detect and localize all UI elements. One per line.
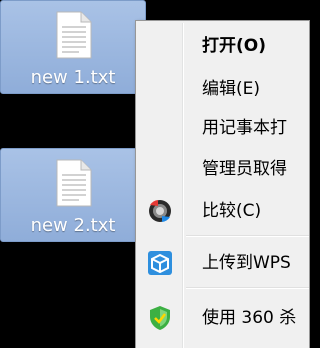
desktop: new 1.txt new 2.txt 打开(O) 编辑(E) 用记事本打 管理… bbox=[0, 0, 310, 348]
menu-item-label: 用记事本打 bbox=[202, 118, 287, 138]
menu-item-upload-to-wps[interactable]: 上传到WPS bbox=[138, 248, 309, 278]
menu-item-label: 编辑(E) bbox=[202, 79, 261, 99]
menu-item-label: 使用 360 杀 bbox=[202, 308, 297, 328]
text-file-icon bbox=[56, 159, 92, 207]
compare-icon bbox=[149, 200, 171, 222]
context-menu: 打开(O) 编辑(E) 用记事本打 管理员取得 比较(C) 上传到WPS 使用 … bbox=[135, 20, 310, 348]
upload-cube-icon bbox=[148, 251, 172, 275]
menu-item-360-scan[interactable]: 使用 360 杀 bbox=[138, 303, 309, 333]
menu-item-label: 管理员取得 bbox=[202, 159, 287, 179]
file-icon-new-1[interactable]: new 1.txt bbox=[0, 0, 146, 94]
file-icon-new-2[interactable]: new 2.txt bbox=[0, 148, 146, 242]
menu-item-label: 打开(O) bbox=[202, 36, 266, 56]
text-file-icon bbox=[56, 11, 92, 59]
menu-item-compare[interactable]: 比较(C) bbox=[138, 196, 309, 226]
file-name-label: new 2.txt bbox=[30, 215, 116, 236]
menu-item-label: 上传到WPS bbox=[202, 253, 291, 273]
menu-item-label: 比较(C) bbox=[202, 201, 262, 221]
menu-item-edit[interactable]: 编辑(E) bbox=[138, 74, 309, 104]
menu-item-open[interactable]: 打开(O) bbox=[138, 31, 309, 61]
shield-360-icon bbox=[150, 306, 170, 330]
menu-item-take-ownership[interactable]: 管理员取得 bbox=[138, 154, 309, 184]
menu-icon-gutter bbox=[182, 23, 184, 348]
menu-separator bbox=[186, 235, 309, 237]
menu-item-open-with-notepad[interactable]: 用记事本打 bbox=[138, 113, 309, 143]
file-name-label: new 1.txt bbox=[30, 67, 116, 88]
menu-separator bbox=[186, 287, 309, 289]
